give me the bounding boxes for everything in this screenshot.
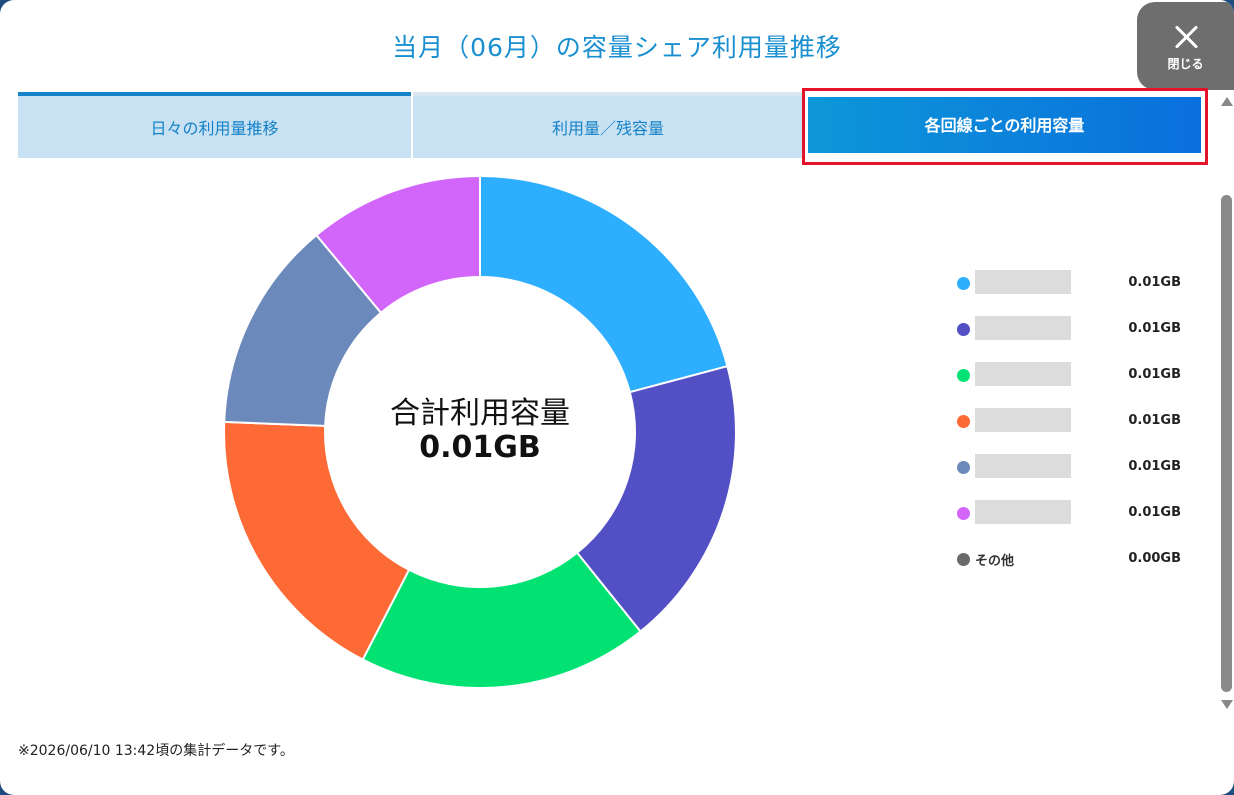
- legend-item: 0.01GB: [957, 270, 1187, 297]
- legend-color-dot: [957, 461, 970, 474]
- scroll-up-arrow-icon[interactable]: [1221, 97, 1233, 106]
- legend-usage-value: 0.01GB: [1128, 367, 1181, 382]
- legend-item: 0.01GB: [957, 500, 1187, 527]
- legend-usage-value: 0.01GB: [1128, 275, 1181, 290]
- legend-color-dot: [957, 553, 970, 566]
- legend-color-dot: [957, 323, 970, 336]
- scrollbar[interactable]: [1219, 95, 1234, 715]
- legend-usage-value: 0.00GB: [1128, 551, 1181, 566]
- legend-line-name: [975, 362, 1071, 386]
- legend-color-dot: [957, 369, 970, 382]
- legend-line-name: [975, 270, 1071, 294]
- legend-item: 0.01GB: [957, 454, 1187, 481]
- legend-color-dot: [957, 415, 970, 428]
- aggregation-footnote: ※2026/06/10 13:42頃の集計データです。: [18, 743, 294, 759]
- legend-color-dot: [957, 277, 970, 290]
- legend-item: 0.01GB: [957, 362, 1187, 389]
- legend-usage-value: 0.01GB: [1128, 459, 1181, 474]
- legend-usage-value: 0.01GB: [1128, 505, 1181, 520]
- legend-item: その他 0.00GB: [957, 549, 1187, 573]
- total-usage-label: 合計利用容量: [390, 396, 570, 431]
- legend-usage-value: 0.01GB: [1128, 413, 1181, 428]
- legend-line-name: [975, 408, 1071, 432]
- usage-modal: 当月（06月）の容量シェア利用量推移 閉じる 日々の利用量推移 利用量／残容量 …: [0, 0, 1234, 795]
- donut-slice-1[interactable]: [479, 174, 729, 394]
- legend-item: 0.01GB: [957, 316, 1187, 343]
- total-usage-value: 0.01GB: [419, 430, 541, 465]
- legend-color-dot: [957, 507, 970, 520]
- scrollbar-thumb[interactable]: [1221, 195, 1232, 692]
- legend-line-name: [975, 500, 1071, 524]
- legend-line-name: その他: [975, 554, 1015, 569]
- legend-line-name: [975, 316, 1071, 340]
- legend-usage-value: 0.01GB: [1128, 321, 1181, 336]
- scroll-down-arrow-icon[interactable]: [1221, 700, 1233, 709]
- legend-item: 0.01GB: [957, 408, 1187, 435]
- legend-line-name: [975, 454, 1071, 478]
